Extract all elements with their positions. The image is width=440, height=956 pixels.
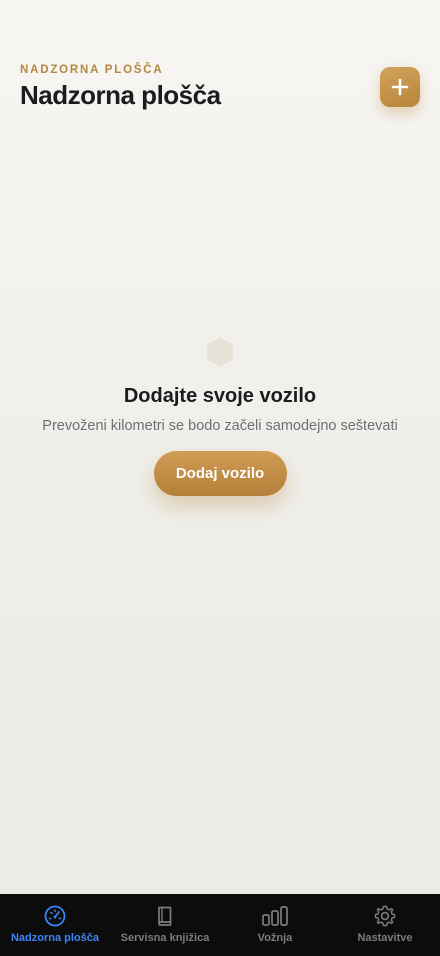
add-vehicle-button[interactable] [380,67,420,107]
gear-icon [374,905,396,927]
tab-settings[interactable]: Nastavitve [330,894,440,956]
tab-driving[interactable]: Vožnja [220,894,330,956]
book-icon [158,906,172,926]
add-vehicle-cta-button[interactable]: Dodaj vozilo [153,451,287,496]
page-eyebrow: NADZORNA PLOŠČA [20,64,164,76]
tab-bar: Nadzorna plošča Servisna knjižica Vožnja… [0,894,440,956]
page-title: Nadzorna plošča [20,80,221,110]
plus-icon [391,78,409,96]
empty-state: Dodajte svoje vozilo Prevoženi kilometri… [0,336,440,496]
empty-state-title: Dodajte svoje vozilo [123,385,317,407]
bar-chart-icon [262,906,288,926]
empty-state-subtitle: Prevoženi kilometri se bodo začeli samod… [42,418,398,434]
speedometer-icon [44,905,66,927]
tab-service-book-label: Servisna knjižica [120,932,210,944]
hexagon-icon [207,337,233,367]
tab-dashboard-label: Nadzorna plošča [10,932,100,944]
page-header: NADZORNA PLOŠČA Nadzorna plošča [20,64,420,124]
tab-service-book[interactable]: Servisna knjižica [110,894,220,956]
tab-dashboard[interactable]: Nadzorna plošča [0,894,110,956]
tab-driving-label: Vožnja [257,932,293,944]
tab-settings-label: Nastavitve [357,932,413,944]
